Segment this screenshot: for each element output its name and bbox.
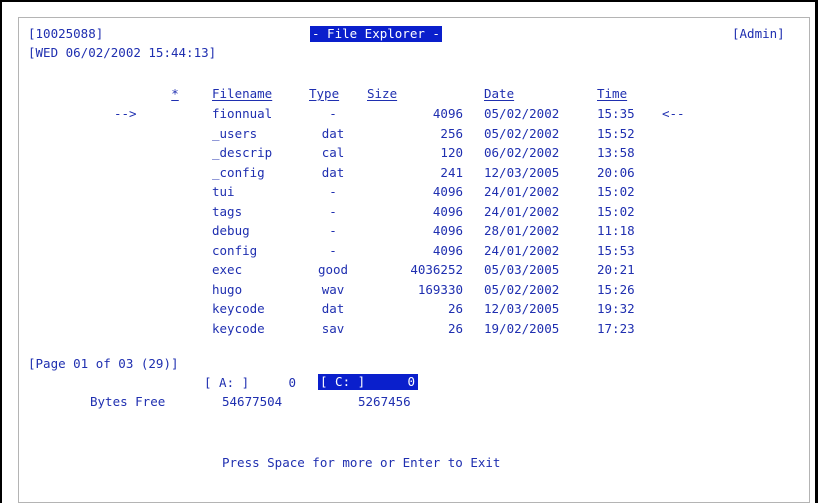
cell-date: 12/03/2005: [484, 164, 560, 180]
cell-type: -: [329, 242, 337, 258]
cell-filename: tui: [212, 184, 235, 199]
table-row[interactable]: exec good 4036252 05/03/2005 20:21: [0, 262, 818, 282]
cell-type: sav: [321, 320, 345, 336]
cell-date: 05/02/2002: [484, 281, 560, 297]
cell-date: 06/02/2002: [484, 145, 560, 160]
cell-type: -: [329, 184, 337, 199]
cell-size: 241: [440, 164, 463, 180]
app-title: - File Explorer -: [310, 26, 442, 42]
cell-date: 24/01/2002: [484, 242, 560, 258]
drive-c-count: 0: [407, 374, 415, 389]
footer-hint: Press Space for more or Enter to Exit: [222, 455, 501, 470]
column-size[interactable]: Size: [367, 86, 397, 102]
cell-time: 15:53: [597, 242, 635, 258]
cell-time: 11:18: [597, 223, 635, 238]
cell-type: wav: [321, 281, 345, 297]
cell-size: 4096: [432, 242, 463, 258]
column-date[interactable]: Date: [484, 86, 514, 102]
column-filename[interactable]: Filename: [212, 86, 272, 102]
drive-c-label: [ C: ]: [320, 374, 366, 389]
cell-type: -: [329, 223, 337, 238]
drive-c-bytes-free: 5267456: [358, 394, 411, 409]
cell-date: 05/03/2005: [484, 262, 560, 277]
file-explorer-screen: [10025088] - File Explorer - [Admin] [WE…: [0, 0, 818, 503]
cell-time: 20:21: [597, 262, 635, 277]
cell-size: 4096: [432, 203, 463, 219]
cell-type: dat: [321, 164, 345, 180]
cell-time: 13:58: [597, 145, 635, 160]
cell-size: 120: [440, 145, 463, 160]
cell-filename: config: [212, 242, 258, 258]
column-type[interactable]: Type: [309, 86, 339, 102]
cell-date: 24/01/2002: [484, 184, 560, 199]
cell-filename: exec: [212, 262, 243, 277]
column-marker: *: [171, 86, 179, 101]
cell-filename: fionnual: [212, 106, 273, 121]
drive-a-selector[interactable]: [ A: ]: [204, 375, 249, 391]
cell-date: 28/01/2002: [484, 223, 560, 238]
drive-a-count: 0: [288, 375, 296, 390]
pagination-status: [Page 01 of 03 (29)]: [28, 356, 179, 371]
cell-filename: hugo: [212, 281, 243, 297]
cell-filename: keycode: [212, 301, 265, 316]
cell-size: 169330: [417, 281, 463, 297]
cell-size: 4096: [432, 184, 463, 199]
cell-type: cal: [321, 145, 345, 160]
cell-date: 12/03/2005: [484, 301, 560, 316]
drive-c-selector[interactable]: [ C: ] 0: [318, 374, 418, 390]
cell-filename: _config: [212, 164, 265, 180]
cell-date: 05/02/2002: [484, 125, 560, 141]
cell-time: 19:32: [597, 301, 635, 316]
datetime: [WED 06/02/2002 15:44:13]: [28, 45, 217, 60]
cell-type: -: [329, 203, 337, 219]
table-row[interactable]: _config dat 241 12/03/2005 20:06: [0, 165, 818, 185]
cell-filename: keycode: [212, 320, 265, 336]
table-row[interactable]: tags - 4096 24/01/2002 15:02: [0, 204, 818, 224]
cell-size: 4096: [432, 106, 463, 121]
cell-type: -: [329, 106, 337, 121]
column-time[interactable]: Time: [597, 86, 627, 102]
cell-time: 15:02: [597, 184, 635, 199]
cell-time: 17:23: [597, 320, 635, 336]
cell-filename: _descrip: [212, 145, 273, 160]
cell-size: 4036252: [410, 262, 463, 277]
drive-a-bytes-free: 54677504: [222, 394, 283, 409]
cell-date: 24/01/2002: [484, 203, 560, 219]
table-row[interactable]: fionnual - 4096 05/02/2002 15:35: [0, 106, 818, 126]
session-id: [10025088]: [28, 26, 104, 41]
bytes-free-label: Bytes Free: [90, 394, 166, 409]
cell-size: 26: [447, 320, 463, 336]
cell-time: 15:02: [597, 203, 635, 219]
cell-type: dat: [321, 301, 345, 316]
user-badge: [Admin]: [732, 26, 785, 41]
table-row[interactable]: keycode dat 26 12/03/2005 19:32: [0, 301, 818, 321]
table-row[interactable]: _users dat 256 05/02/2002 15:52: [0, 126, 818, 146]
table-row[interactable]: keycode sav 26 19/02/2005 17:23: [0, 321, 818, 341]
cell-type: good: [317, 262, 349, 277]
cell-size: 26: [447, 301, 463, 316]
cell-time: 15:52: [597, 125, 635, 141]
table-row[interactable]: config - 4096 24/01/2002 15:53: [0, 243, 818, 263]
cell-filename: tags: [212, 203, 243, 219]
cell-size: 256: [440, 125, 463, 141]
cell-time: 15:35: [597, 106, 635, 121]
cell-date: 05/02/2002: [484, 106, 560, 121]
cell-time: 15:26: [597, 281, 635, 297]
cell-time: 20:06: [597, 164, 635, 180]
table-row[interactable]: tui - 4096 24/01/2002 15:02: [0, 184, 818, 204]
cell-filename: debug: [212, 223, 250, 238]
cell-size: 4096: [432, 223, 463, 238]
table-row[interactable]: _descrip cal 120 06/02/2002 13:58: [0, 145, 818, 165]
cell-type: dat: [321, 125, 345, 141]
cell-filename: _users: [212, 125, 258, 141]
cell-date: 19/02/2005: [484, 320, 560, 336]
table-row[interactable]: hugo wav 169330 05/02/2002 15:26: [0, 282, 818, 302]
table-row[interactable]: debug - 4096 28/01/2002 11:18: [0, 223, 818, 243]
